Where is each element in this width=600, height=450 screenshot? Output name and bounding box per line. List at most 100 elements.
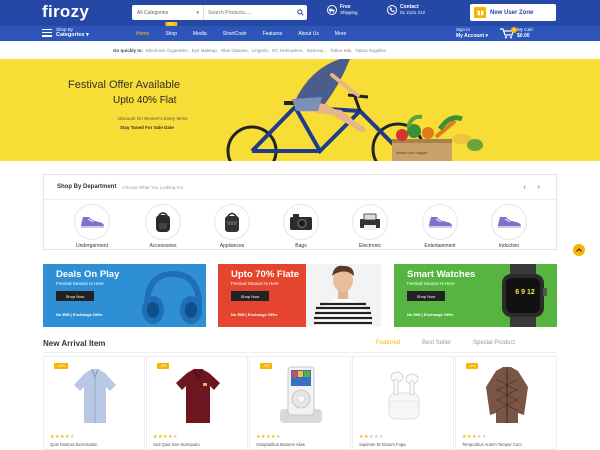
crate-label: Market Live Veggies [396,151,428,155]
product-card[interactable]: -5% ★★★★★ Sed Quia Non Numquam [146,356,248,450]
category-select[interactable]: All Categories ▾ [132,5,204,20]
search-icon [296,9,304,16]
department-label: Entertainment [424,243,456,249]
shop-by-department-section: Shop By Department Choose What You Looki… [43,174,557,250]
tab-best-seller[interactable]: Best Seller [422,340,451,346]
new-arrival-title: New Arrival Item [43,339,106,348]
gift-icon [474,7,486,18]
chevron-left-icon[interactable]: ‹ [523,184,525,191]
product-rating: ★★★★★ [50,434,75,440]
new-arrival-tabs: Featured Best Seller Special Product [376,340,515,346]
quick-link[interactable]: Swimsui... [307,48,328,53]
department-appliances[interactable]: Appliances [203,204,261,249]
product-rating: ★★★★★ [359,434,384,440]
quick-link[interactable]: Electronic Cigarettes, [146,48,189,53]
department-title: Shop By Department [57,184,117,190]
quick-link[interactable]: Tattoo Supplies [355,48,386,53]
contact-info: Contact 01 2121 212 [387,4,425,16]
watch-face: 6 9 12 [515,289,535,296]
menu-bar: Home HOT Shop Media ShortCode Features Ab… [128,22,354,41]
product-rating: ★★★★★ [462,434,487,440]
banner-title: Deals On Play [56,269,120,280]
shop-by-categories-toggle[interactable]: Shop By Categories ▾ [42,27,89,38]
banner-title: Smart Watches [407,269,476,280]
department-electronic[interactable]: Electronic [341,204,399,249]
nav-shortcode[interactable]: ShortCode [215,26,255,41]
site-logo[interactable]: firozy [42,2,89,22]
banner-subtitle: Festival Season Is Here [56,281,104,286]
nav-media[interactable]: Media [185,26,215,41]
product-card[interactable]: -4% ★★★★★ Temporibus Autem Tempor Cum [455,356,557,450]
search-button[interactable] [293,5,307,20]
product-jacket-image [486,367,528,423]
nav-more[interactable]: More [327,26,354,41]
sneaker-icon [81,217,104,228]
department-bags[interactable]: Bags [272,204,330,249]
bag-icon [225,212,239,232]
chevron-up-icon [576,248,582,252]
department-undergarment[interactable]: Undergarment [63,204,121,249]
my-account-label: My Account [456,33,485,39]
quick-link[interactable]: Lingerie, [252,48,269,53]
product-polo-image [176,368,220,423]
product-rating: ★★★★★ [256,434,281,440]
cart-button[interactable]: 0 My Cart $0.00 [500,27,533,39]
tab-special-product[interactable]: Special Product [473,340,515,346]
product-ipod-image [280,366,322,423]
department-label: Electronic [359,243,381,249]
nav-shortcode-label: ShortCode [222,30,247,37]
hero-subtitle: Upto 40% Flat [113,95,177,106]
product-name[interactable]: Sapiente Et Dictum Fuga [359,442,406,447]
nav-home[interactable]: Home [128,26,157,41]
product-name[interactable]: Quis Nostrud Exercitation [50,442,97,447]
sneaker-icon [429,217,452,228]
account-menu[interactable]: Sign In My Account ▾ [456,27,488,39]
quick-link[interactable]: RC Helicopters, [272,48,304,53]
product-card[interactable]: -10% ★★★★★ Quis Nostrud Exercitation [43,356,145,450]
product-name[interactable]: Voluptatibus Maiores Alias [256,442,305,447]
quick-links: Go quickly to: Electronic Cigarettes, Ey… [113,44,543,56]
nav-features[interactable]: Features [255,26,291,41]
banner-footnote: No EMI | Exchange Offer [231,312,278,317]
hero-bicycle-illustration [226,59,483,161]
product-name[interactable]: Temporibus Autem Tempor Cum [462,442,522,447]
nav-about-label: About Us [298,30,319,37]
nav-shop-label: Shop [165,30,178,37]
department-label: Undergarment [76,243,108,249]
search-input[interactable] [204,9,293,16]
tab-featured[interactable]: Featured [376,340,400,346]
department-induction[interactable]: Induction [480,204,538,249]
promo-banner-deals[interactable]: Deals On Play Festival Season Is Here Sh… [43,264,206,327]
quick-link[interactable]: Tattoo Kits, [330,48,352,53]
banner-title: Upto 70% Flate [231,269,300,280]
department-entertainment[interactable]: Entertainment [411,204,469,249]
nav-home-label: Home [136,30,150,37]
chevron-down-icon: ▾ [196,9,199,16]
product-name[interactable]: Sed Quia Non Numquam [153,442,200,447]
nav-about-us[interactable]: About Us [290,26,327,41]
nav-shop[interactable]: HOT Shop [157,22,185,41]
hero-title: Festival Offer Available [68,79,181,91]
product-rating: ★★★★★ [153,434,178,440]
promo-banner-watches[interactable]: Smart Watches Festival Season Is Here Sh… [394,264,557,327]
quick-link[interactable]: Eye Makeup, [192,48,218,53]
chevron-right-icon[interactable]: › [538,184,540,191]
department-accessories[interactable]: Accessories [134,204,192,249]
new-user-zone-button[interactable]: New User Zone [470,4,556,21]
search-bar: All Categories ▾ [132,5,307,20]
promo-banner-fashion[interactable]: Upto 70% Flate Festival Season Is Here S… [218,264,381,327]
banner-footnote: No EMI | Exchange Offer [56,312,103,317]
categories-label: Categories [56,31,85,38]
shop-now-button[interactable]: Shop Now [407,291,445,301]
scroll-to-top-button[interactable] [573,244,585,256]
product-card[interactable]: -5% ★★★★★ Voluptatibus Maiores Alias [249,356,351,450]
product-card[interactable]: ★★★★★ Sapiente Et Dictum Fuga [352,356,454,450]
my-cart-label: My Cart [517,27,533,32]
banner-subtitle: Festival Season Is Here [407,281,455,286]
shop-now-button[interactable]: Shop Now [231,291,269,301]
sale-badge: -4% [466,363,479,369]
department-subtitle: Choose What You Looking For [122,184,184,190]
quick-link[interactable]: Blue Glasses, [221,48,249,53]
shop-now-button[interactable]: Shop Now [56,291,94,301]
hero-banner[interactable]: Festival Offer Available Upto 40% Flat D… [0,59,600,161]
